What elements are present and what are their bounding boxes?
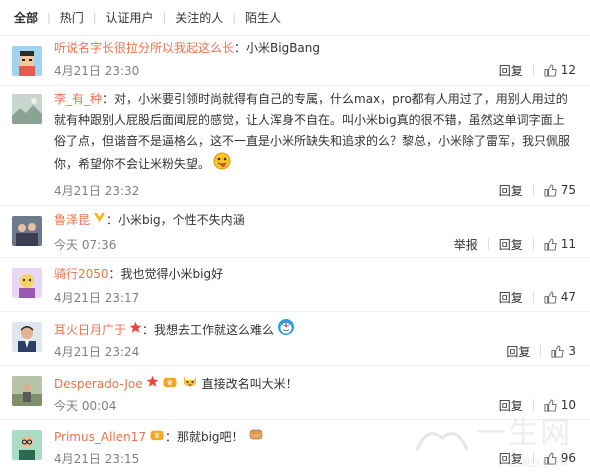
action-divider — [532, 238, 534, 250]
group-photo-avatar-icon[interactable] — [12, 216, 42, 246]
comment-author[interactable]: 李_有_种 — [54, 92, 102, 106]
cartoon-avatar-icon[interactable] — [12, 268, 42, 298]
reply-button[interactable]: 回复 — [506, 343, 530, 360]
site-watermark: 一生网 1SND.COM — [412, 414, 582, 474]
like-button[interactable]: 12 — [544, 63, 576, 77]
filter-tab-hot[interactable]: 热门 — [60, 9, 84, 26]
like-button[interactable]: 47 — [544, 290, 576, 304]
like-count: 47 — [560, 290, 576, 304]
watermark-logo-icon — [415, 432, 469, 451]
svg-text:♛: ♛ — [154, 431, 161, 440]
comment-time: 今天 00:04 — [54, 398, 117, 413]
filter-divider: | — [92, 11, 97, 24]
comment-text: 鲁泽昆 ：小米big，个性不失内涵 — [54, 210, 576, 231]
comment-text: 听说名字长很拉分所以我起这么长：小米BigBang — [54, 38, 576, 59]
watermark-subtext: 1SND.COM — [507, 457, 568, 470]
doraemon-emoji-icon — [277, 318, 295, 343]
comment-author[interactable]: Primus_Allen17 — [54, 430, 146, 444]
comment-time: 4月21日 23:17 — [54, 290, 140, 305]
like-button[interactable]: 75 — [544, 183, 576, 197]
comment-content: ：小米BigBang — [234, 41, 321, 55]
thumbs-up-icon — [544, 237, 557, 251]
verified-v-icon — [93, 210, 106, 231]
comment-text: 耳火日月广于 ：我想去工作就这么难么 — [54, 318, 576, 343]
thumbs-up-icon — [544, 183, 557, 197]
glasses-avatar-icon[interactable] — [12, 430, 42, 460]
comment-content: ：我想去工作就这么难么 — [142, 323, 275, 337]
comment-author[interactable]: 听说名字长很拉分所以我起这么长 — [54, 41, 234, 55]
crown-badge-icon: ♛ — [162, 374, 178, 395]
like-count: 75 — [560, 183, 576, 197]
pixel-boy-avatar-icon[interactable] — [12, 46, 42, 76]
outdoor-avatar-icon[interactable] — [12, 376, 42, 406]
comment-author[interactable]: 鲁泽昆 — [54, 213, 90, 227]
landscape-avatar-icon[interactable] — [12, 94, 42, 124]
comment-time: 4月21日 23:32 — [54, 183, 140, 198]
action-divider — [532, 184, 534, 196]
comment-item: 听说名字长很拉分所以我起这么长：小米BigBang 4月21日 23:30 回复… — [0, 36, 590, 86]
thumbs-up-icon — [551, 344, 564, 358]
filter-tab-verified[interactable]: 认证用户 — [105, 9, 153, 26]
tongue-face-emoji-icon — [213, 152, 231, 177]
action-divider — [540, 345, 542, 357]
comment-item: 骑行2050：我也觉得小米big好 4月21日 23:17 回复 47 — [0, 258, 590, 312]
comment-time: 4月21日 23:30 — [54, 63, 140, 78]
comment-time: 今天 07:36 — [54, 237, 117, 252]
portrait-avatar-icon[interactable] — [12, 322, 42, 352]
like-button[interactable]: 3 — [551, 344, 576, 358]
comment-filter-bar: 全部 | 热门 | 认证用户 | 关注的人 | 陌生人 — [0, 0, 590, 36]
star-badge-icon — [129, 320, 142, 341]
filter-divider: | — [47, 11, 51, 24]
comment-time: 4月21日 23:24 — [54, 344, 140, 359]
like-button[interactable]: 11 — [544, 237, 576, 251]
like-count: 11 — [560, 237, 576, 251]
star-badge-icon — [146, 374, 159, 395]
action-divider — [532, 64, 534, 76]
action-divider — [532, 291, 534, 303]
comment-item: 鲁泽昆 ：小米big，个性不失内涵 今天 07:36 举报 回复 11 — [0, 206, 590, 258]
report-button[interactable]: 举报 — [454, 236, 478, 253]
watermark-text: 一生网 — [476, 416, 572, 451]
like-count: 3 — [568, 344, 576, 358]
filter-tab-all[interactable]: 全部 — [14, 9, 38, 26]
comment-author[interactable]: Desperado-Joe — [54, 377, 143, 391]
like-count: 12 — [560, 63, 576, 77]
reply-button[interactable]: 回复 — [499, 62, 523, 79]
thumbs-up-icon — [544, 290, 557, 304]
comment-item: 耳火日月广于 ：我想去工作就这么难么 4月21日 23:24 回复 3 — [0, 312, 590, 366]
comment-content: ：我也觉得小米big好 — [108, 267, 224, 281]
comment-content: ：对，小米要引领时尚就得有自己的专属，什么max，pro都有人用过了，用别人用过… — [54, 92, 571, 171]
comment-content: ：那就big吧！ — [164, 430, 244, 444]
thumbs-up-icon — [544, 63, 557, 77]
crown-badge-icon: ♛ — [149, 427, 165, 448]
filter-divider: | — [232, 11, 236, 24]
comment-text: 李_有_种：对，小米要引领时尚就得有自己的专属，什么max，pro都有人用过了，… — [54, 89, 570, 177]
reply-button[interactable]: 回复 — [499, 236, 523, 253]
comment-time: 4月21日 23:15 — [54, 451, 140, 466]
comment-item: 李_有_种：对，小米要引领时尚就得有自己的专属，什么max，pro都有人用过了，… — [0, 86, 590, 206]
comment-content: ：小米big，个性不失内涵 — [106, 213, 245, 227]
action-divider — [487, 238, 489, 250]
filter-divider: | — [162, 11, 167, 24]
cat-emoji-icon — [181, 372, 199, 397]
comment-text: 骑行2050：我也觉得小米big好 — [54, 264, 576, 285]
comment-text: Desperado-Joe ♛ 直接改名叫大米！ — [54, 372, 576, 397]
filter-tab-strangers[interactable]: 陌生人 — [245, 9, 281, 26]
svg-text:♛: ♛ — [166, 378, 173, 387]
reply-button[interactable]: 回复 — [499, 289, 523, 306]
comment-author[interactable]: 骑行2050 — [54, 267, 109, 281]
comment-content: 直接改名叫大米！ — [201, 377, 298, 391]
reply-button[interactable]: 回复 — [499, 182, 523, 199]
filter-tab-following[interactable]: 关注的人 — [175, 9, 223, 26]
comment-author[interactable]: 耳火日月广于 — [54, 323, 126, 337]
fist-emoji-icon — [247, 425, 265, 450]
